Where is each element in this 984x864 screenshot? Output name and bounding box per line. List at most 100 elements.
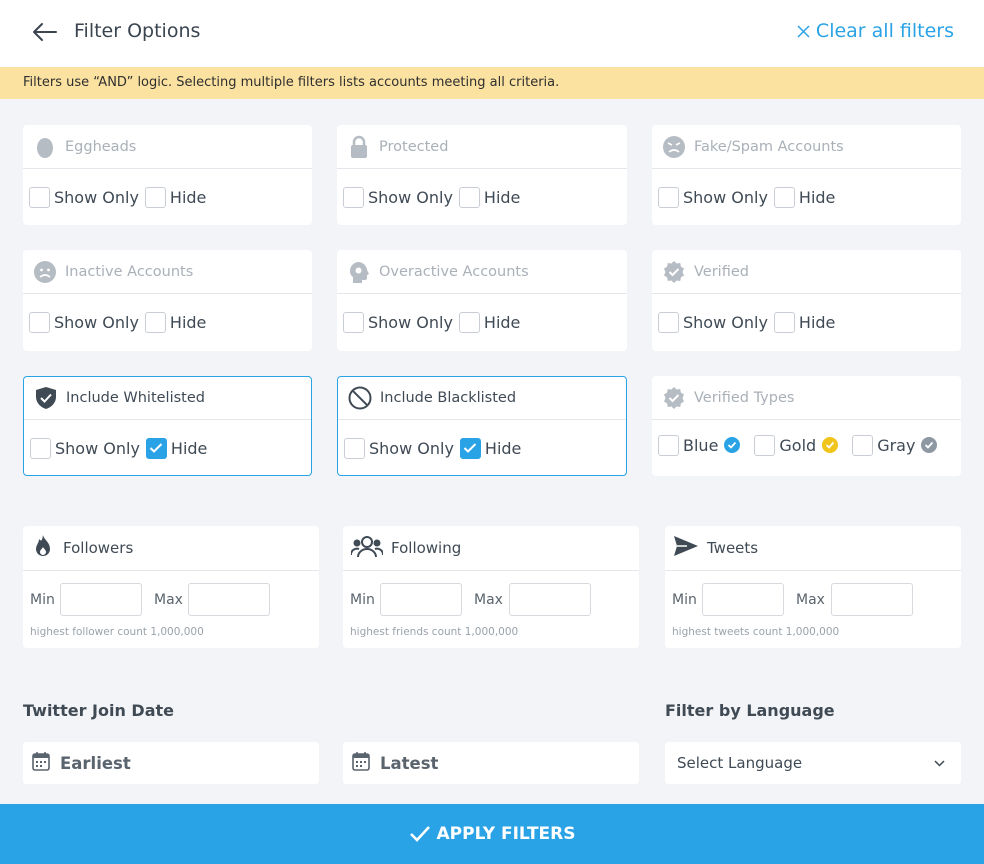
following-min-input[interactable] bbox=[380, 583, 462, 616]
tweets-title: Tweets bbox=[707, 539, 759, 557]
blacklisted-title: Include Blacklisted bbox=[380, 390, 517, 406]
overactive-show-only-option[interactable]: Show Only bbox=[343, 311, 453, 333]
blue-label: Blue bbox=[683, 435, 719, 455]
angry-face-icon bbox=[662, 135, 686, 159]
fake-spam-show-only-checkbox[interactable] bbox=[658, 186, 679, 208]
close-icon bbox=[797, 24, 810, 38]
show-only-label: Show Only bbox=[368, 312, 453, 332]
followers-min-input[interactable] bbox=[60, 583, 142, 616]
blacklisted-hide-option[interactable]: Hide bbox=[459, 437, 522, 459]
fake-spam-show-only-option[interactable]: Show Only bbox=[658, 186, 768, 208]
followers-card: Followers Min Max highest follower count… bbox=[23, 526, 319, 648]
show-only-label: Show Only bbox=[369, 438, 454, 458]
calendar-icon bbox=[32, 751, 50, 775]
verified-type-gray-option[interactable]: Gray bbox=[852, 434, 938, 456]
inactive-hide-checkbox[interactable] bbox=[144, 311, 166, 333]
protected-show-only-option[interactable]: Show Only bbox=[343, 186, 453, 208]
verified-show-only-option[interactable]: Show Only bbox=[658, 311, 768, 333]
fake-spam-hide-checkbox[interactable] bbox=[773, 186, 795, 208]
header: Filter Options Clear all filters bbox=[0, 0, 984, 67]
min-label: Min bbox=[350, 591, 375, 608]
tweets-max-input[interactable] bbox=[831, 583, 913, 616]
blacklisted-hide-checkbox[interactable] bbox=[459, 437, 481, 459]
verified-type-gold-option[interactable]: Gold bbox=[754, 434, 839, 456]
language-select-value: Select Language bbox=[677, 754, 803, 772]
whitelisted-hide-option[interactable]: Hide bbox=[145, 437, 208, 459]
inactive-hide-option[interactable]: Hide bbox=[144, 311, 207, 333]
verified-type-blue-option[interactable]: Blue bbox=[658, 434, 741, 456]
head-gear-icon bbox=[347, 260, 371, 284]
latest-date-picker[interactable]: Latest bbox=[343, 742, 639, 784]
show-only-label: Show Only bbox=[54, 187, 139, 207]
check-icon bbox=[150, 443, 163, 453]
language-select[interactable]: Select Language bbox=[665, 742, 961, 784]
fake-spam-hide-option[interactable]: Hide bbox=[773, 186, 836, 208]
overactive-title: Overactive Accounts bbox=[379, 263, 529, 280]
earliest-label: Earliest bbox=[60, 753, 131, 773]
blue-check-badge-icon bbox=[724, 437, 741, 453]
verified-type-gray-checkbox[interactable] bbox=[852, 434, 874, 456]
protected-card: Protected Show Only Hide bbox=[337, 125, 627, 225]
verified-types-title: Verified Types bbox=[694, 389, 795, 406]
hide-label: Hide bbox=[483, 187, 521, 207]
protected-show-only-checkbox[interactable] bbox=[343, 186, 364, 208]
blacklisted-show-only-checkbox[interactable] bbox=[344, 437, 365, 459]
tweets-hint: highest tweets count 1,000,000 bbox=[672, 626, 840, 638]
hide-label: Hide bbox=[170, 438, 208, 458]
clear-all-filters-button[interactable]: Clear all filters bbox=[797, 20, 954, 42]
whitelisted-show-only-checkbox[interactable] bbox=[30, 437, 51, 459]
verified-show-only-checkbox[interactable] bbox=[658, 311, 679, 333]
following-max-input[interactable] bbox=[509, 583, 591, 616]
whitelisted-hide-checkbox[interactable] bbox=[145, 437, 167, 459]
protected-hide-option[interactable]: Hide bbox=[458, 186, 521, 208]
blacklisted-show-only-option[interactable]: Show Only bbox=[344, 437, 454, 459]
hide-label: Hide bbox=[169, 312, 207, 332]
overactive-show-only-checkbox[interactable] bbox=[343, 311, 364, 333]
tweets-min-input[interactable] bbox=[702, 583, 784, 616]
sad-face-icon bbox=[33, 260, 57, 284]
followers-max-input[interactable] bbox=[188, 583, 270, 616]
gold-label: Gold bbox=[779, 435, 817, 455]
inactive-show-only-option[interactable]: Show Only bbox=[29, 311, 139, 333]
followers-hint: highest follower count 1,000,000 bbox=[30, 626, 204, 638]
following-card: Following Min Max highest friends count … bbox=[343, 526, 639, 648]
protected-hide-checkbox[interactable] bbox=[458, 186, 480, 208]
inactive-title: Inactive Accounts bbox=[65, 263, 194, 280]
whitelisted-title: Include Whitelisted bbox=[66, 390, 205, 406]
back-button[interactable] bbox=[30, 20, 60, 44]
verified-badge-icon bbox=[662, 386, 686, 410]
max-label: Max bbox=[154, 591, 183, 608]
overactive-hide-checkbox[interactable] bbox=[458, 311, 480, 333]
check-icon bbox=[464, 443, 477, 453]
whitelisted-card: Include Whitelisted Show Only Hide bbox=[23, 376, 312, 476]
earliest-date-picker[interactable]: Earliest bbox=[23, 742, 319, 784]
shield-check-icon bbox=[34, 386, 58, 410]
verified-types-card: Verified Types Blue Gold Gray bbox=[652, 376, 961, 476]
verified-hide-checkbox[interactable] bbox=[773, 311, 795, 333]
overactive-card: Overactive Accounts Show Only Hide bbox=[337, 250, 627, 351]
whitelisted-show-only-option[interactable]: Show Only bbox=[30, 437, 140, 459]
hide-label: Hide bbox=[798, 187, 836, 207]
hide-label: Hide bbox=[484, 438, 522, 458]
apply-filters-button[interactable]: APPLY FILTERS bbox=[0, 804, 984, 864]
eggheads-hide-option[interactable]: Hide bbox=[144, 186, 206, 208]
and-logic-notice: Filters use “AND” logic. Selecting multi… bbox=[0, 67, 984, 99]
send-icon bbox=[673, 535, 699, 561]
overactive-hide-option[interactable]: Hide bbox=[458, 311, 520, 333]
egg-icon bbox=[33, 135, 57, 159]
calendar-icon bbox=[352, 751, 370, 775]
inactive-show-only-checkbox[interactable] bbox=[29, 311, 50, 333]
eggheads-hide-checkbox[interactable] bbox=[144, 186, 166, 208]
show-only-label: Show Only bbox=[368, 187, 453, 207]
verified-hide-option[interactable]: Hide bbox=[773, 311, 835, 333]
tweets-card: Tweets Min Max highest tweets count 1,00… bbox=[665, 526, 961, 648]
eggheads-show-only-checkbox[interactable] bbox=[29, 186, 50, 208]
arrow-left-icon bbox=[33, 23, 57, 41]
fire-icon bbox=[31, 534, 55, 562]
eggheads-show-only-option[interactable]: Show Only bbox=[29, 186, 139, 208]
verified-type-blue-checkbox[interactable] bbox=[658, 434, 679, 456]
apply-filters-label: APPLY FILTERS bbox=[436, 824, 576, 844]
following-title: Following bbox=[391, 539, 462, 557]
verified-type-gold-checkbox[interactable] bbox=[754, 434, 776, 456]
followers-title: Followers bbox=[63, 539, 134, 557]
